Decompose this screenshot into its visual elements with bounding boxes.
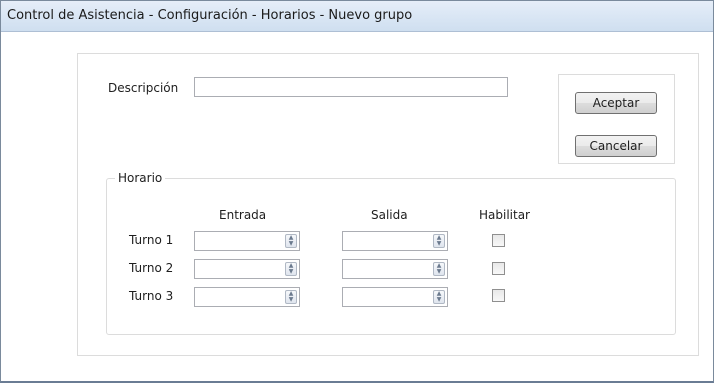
form-panel: Descripción Aceptar Cancelar Horario Ent…: [77, 53, 699, 356]
shift-1-exit-spinner[interactable]: ▲ ▼: [342, 231, 448, 251]
description-input[interactable]: [194, 77, 508, 97]
shift-2-exit-spinner[interactable]: ▲ ▼: [342, 259, 448, 279]
accept-button[interactable]: Aceptar: [575, 92, 657, 114]
description-label: Descripción: [108, 81, 179, 95]
shift-3-label: Turno 3: [129, 289, 174, 303]
shift-1-entry-spinner[interactable]: ▲ ▼: [194, 231, 300, 251]
shift-2-entry-spinner[interactable]: ▲ ▼: [194, 259, 300, 279]
up-down-spinner-icon[interactable]: ▲ ▼: [285, 234, 297, 248]
cancel-button[interactable]: Cancelar: [575, 135, 657, 157]
window-title: Control de Asistencia - Configuración - …: [7, 8, 413, 23]
shift-2-enable-checkbox[interactable]: [492, 262, 505, 275]
title-bar[interactable]: Control de Asistencia - Configuración - …: [1, 1, 713, 32]
exit-header: Salida: [371, 208, 408, 222]
shift-3-enable-checkbox[interactable]: [492, 289, 505, 302]
shift-2-label: Turno 2: [129, 261, 174, 275]
up-down-spinner-icon[interactable]: ▲ ▼: [433, 262, 445, 276]
dialog-window: Control de Asistencia - Configuración - …: [0, 0, 714, 383]
up-down-spinner-icon[interactable]: ▲ ▼: [433, 290, 445, 304]
up-down-spinner-icon[interactable]: ▲ ▼: [285, 290, 297, 304]
entry-header: Entrada: [219, 208, 267, 222]
up-down-spinner-icon[interactable]: ▲ ▼: [285, 262, 297, 276]
button-group: Aceptar Cancelar: [558, 74, 675, 164]
shift-3-exit-spinner[interactable]: ▲ ▼: [342, 287, 448, 307]
shift-3-entry-spinner[interactable]: ▲ ▼: [194, 287, 300, 307]
shift-1-label: Turno 1: [129, 233, 174, 247]
client-area: Descripción Aceptar Cancelar Horario Ent…: [1, 32, 713, 381]
up-down-spinner-icon[interactable]: ▲ ▼: [433, 234, 445, 248]
schedule-group-title: Horario: [115, 171, 166, 185]
shift-1-enable-checkbox[interactable]: [492, 234, 505, 247]
enable-header: Habilitar: [479, 208, 530, 222]
schedule-groupbox: Horario Entrada Salida Habilitar Turno 1…: [106, 171, 676, 335]
